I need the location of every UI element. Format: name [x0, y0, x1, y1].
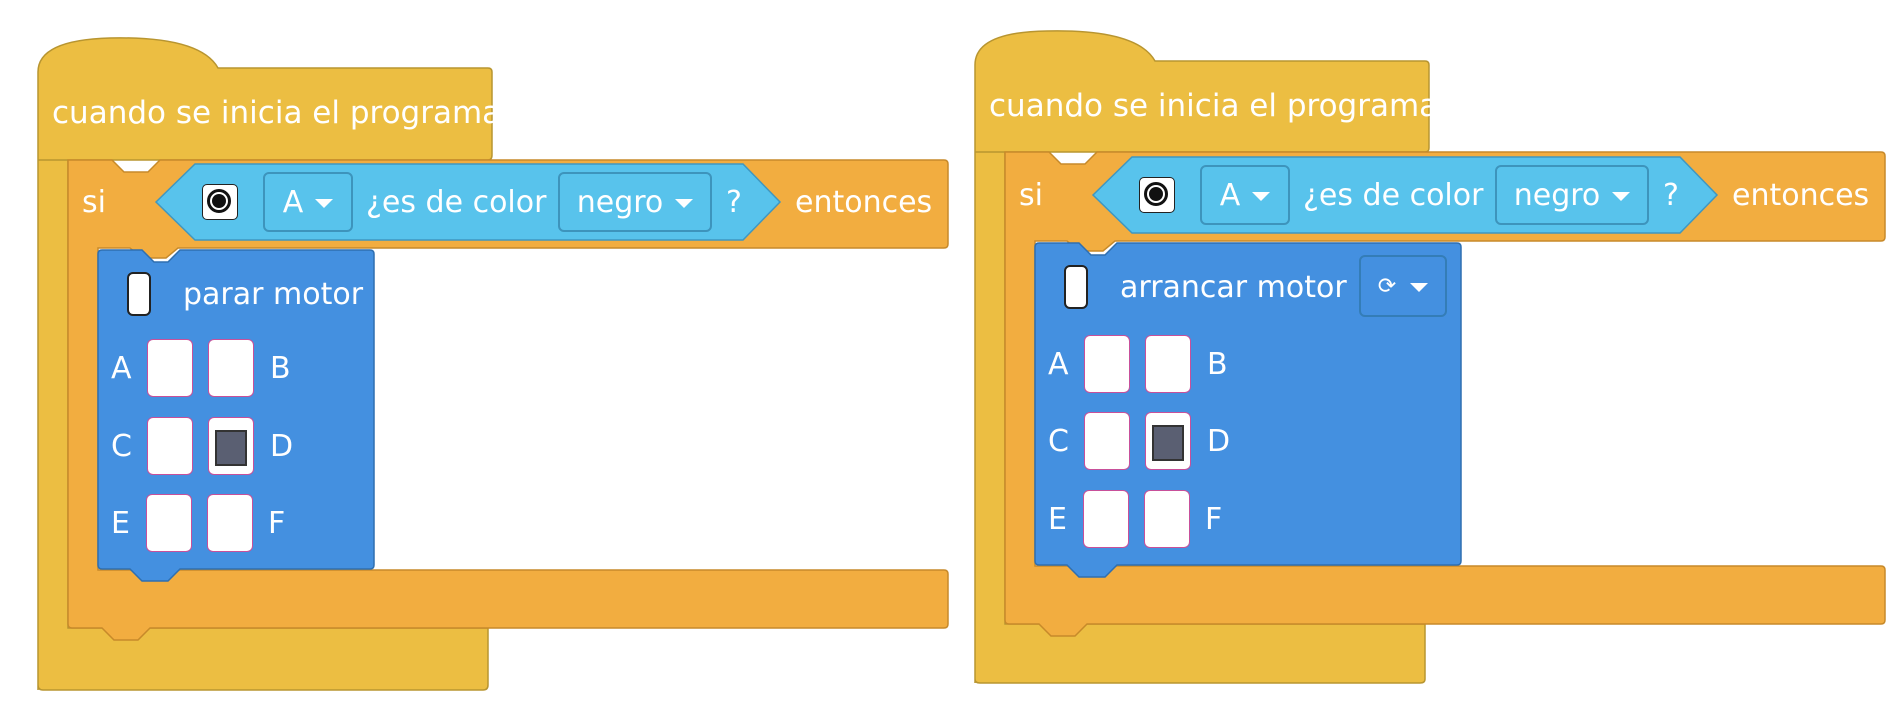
- port-label-d: D: [270, 429, 294, 464]
- port-toggle-d[interactable]: [1145, 412, 1191, 470]
- motor-block-label: parar motor: [183, 277, 364, 312]
- color-value: negro: [576, 184, 664, 220]
- port-value: A: [1219, 177, 1241, 213]
- port-label-b: B: [270, 351, 291, 386]
- then-label: entonces: [1732, 178, 1870, 213]
- port-label-e: E: [1048, 502, 1067, 537]
- motor-icon: [127, 272, 151, 316]
- port-label-c: C: [1048, 424, 1069, 459]
- port-toggle-e[interactable]: [146, 494, 192, 552]
- color-sensor-icon: [202, 184, 238, 220]
- chevron-down-icon: [675, 198, 694, 208]
- port-toggle-f[interactable]: [207, 494, 253, 552]
- port-value: A: [282, 184, 304, 220]
- question-mark: ?: [726, 185, 742, 220]
- hat-label: cuando se inicia el programa: [989, 88, 1439, 124]
- if-label: si: [1019, 178, 1043, 213]
- color-dropdown[interactable]: negro: [1495, 165, 1649, 225]
- port-dropdown[interactable]: A: [263, 172, 353, 232]
- direction-dropdown[interactable]: ⟳: [1359, 255, 1447, 317]
- port-label-c: C: [111, 429, 132, 464]
- port-dropdown[interactable]: A: [1200, 165, 1290, 225]
- program-stack-2: cuando se inicia el programa si entonces…: [937, 0, 1887, 708]
- port-label-e: E: [111, 506, 130, 541]
- clockwise-icon: ⟳: [1377, 273, 1397, 299]
- port-label-a: A: [111, 351, 132, 386]
- chevron-down-icon: [1410, 282, 1429, 292]
- then-label: entonces: [795, 185, 933, 220]
- question-mark: ?: [1663, 178, 1679, 213]
- port-label-f: F: [268, 506, 286, 541]
- if-label: si: [82, 185, 106, 220]
- port-label-f: F: [1205, 502, 1223, 537]
- port-toggle-d[interactable]: [208, 417, 254, 475]
- condition-question: ¿es de color: [1303, 178, 1484, 213]
- color-sensor-icon: [1139, 177, 1175, 213]
- motor-icon: [1064, 265, 1088, 309]
- program-stack-1: cuando se inicia el programa si entonces…: [0, 0, 950, 708]
- port-toggle-a[interactable]: [1084, 335, 1130, 393]
- color-dropdown[interactable]: negro: [558, 172, 712, 232]
- chevron-down-icon: [1252, 191, 1271, 201]
- port-toggle-c[interactable]: [1084, 412, 1130, 470]
- chevron-down-icon: [315, 198, 334, 208]
- port-toggle-b[interactable]: [208, 339, 254, 397]
- port-toggle-c[interactable]: [147, 417, 193, 475]
- port-toggle-f[interactable]: [1144, 490, 1190, 548]
- port-toggle-b[interactable]: [1145, 335, 1191, 393]
- condition-question: ¿es de color: [366, 185, 547, 220]
- port-toggle-e[interactable]: [1083, 490, 1129, 548]
- port-label-a: A: [1048, 347, 1069, 382]
- port-toggle-a[interactable]: [147, 339, 193, 397]
- color-value: negro: [1513, 177, 1601, 213]
- port-label-d: D: [1207, 424, 1231, 459]
- motor-block-label: arrancar motor: [1120, 270, 1347, 305]
- hat-label: cuando se inicia el programa: [52, 95, 502, 131]
- port-label-b: B: [1207, 347, 1228, 382]
- chevron-down-icon: [1612, 191, 1631, 201]
